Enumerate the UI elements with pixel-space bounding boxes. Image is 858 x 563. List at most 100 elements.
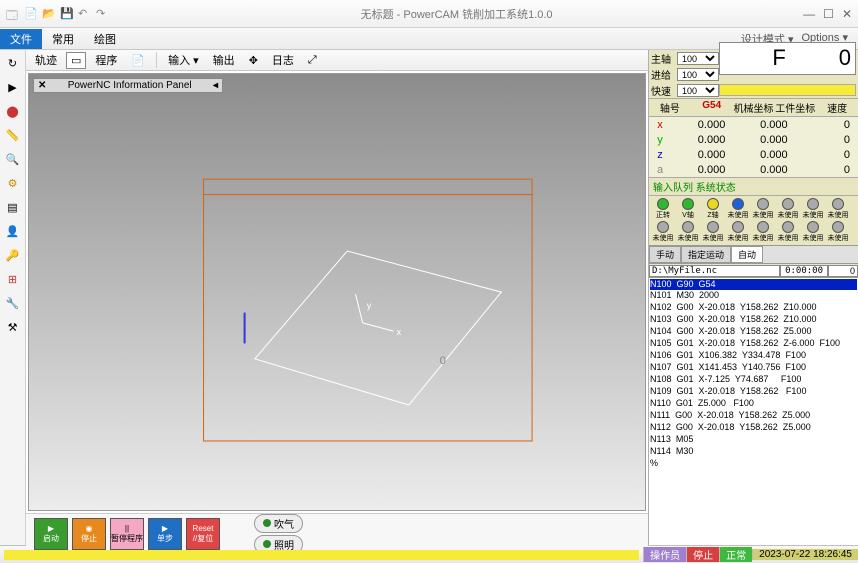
mode-tabs: 手动 指定运动 自动 (649, 245, 858, 263)
io-led: 未使用 (801, 198, 825, 220)
io-led: 未使用 (701, 221, 725, 243)
redo-icon[interactable]: ↷ (96, 7, 110, 21)
io-header: 输入队列 系统状态 (649, 177, 858, 196)
tool-grid-icon[interactable]: ⊞ (4, 270, 22, 288)
top-toolbar: 轨迹 ▭ 程序 📄 输入 ▾ 输出 ✥ 日志 ⤢ (26, 50, 648, 71)
coord-row: y0.0000.0000 (649, 132, 858, 147)
tool-zoom-icon[interactable]: 🔍 (4, 150, 22, 168)
tool-play-icon[interactable]: ▶ (4, 78, 22, 96)
info-panel-close-left[interactable]: ✕ (38, 80, 46, 91)
titlebar: 🗔 📄 📂 💾 ↶ ↷ 无标题 - PowerCAM 铣削加工系统1.0.0 —… (0, 0, 858, 28)
bottom-controls: ▶启动 ◉停止 ||暂停程序 ▶单步 Reset//复位 吹气 照明 (26, 513, 648, 553)
right-panel: 主轴 100 F 0 进给 100 快速 100 轴号 G54 机械坐标 工件坐… (648, 50, 858, 545)
tab-auto[interactable]: 自动 (731, 246, 763, 263)
axis-x-label: x (397, 327, 402, 337)
rapid-select[interactable]: 100 (677, 84, 719, 97)
io-led: 未使用 (801, 221, 825, 243)
tool-settings-icon[interactable]: ⚙ (4, 174, 22, 192)
led-grid: 正转V轴Z轴未使用未使用未使用未使用未使用未使用未使用未使用未使用未使用未使用未… (649, 196, 858, 245)
coord-row: a0.0000.0000 (649, 162, 858, 177)
tool-measure-icon[interactable]: 📏 (4, 126, 22, 144)
menu-common[interactable]: 常用 (42, 29, 84, 49)
tool-key-icon[interactable]: 🔑 (4, 246, 22, 264)
tab-mdi[interactable]: 指定运动 (681, 246, 731, 263)
info-panel-title: PowerNC Information Panel (50, 80, 209, 91)
left-toolbar: ↻ ▶ ⬤ 📏 🔍 ⚙ ▤ 👤 🔑 ⊞ 🔧 ⚒ (0, 50, 26, 545)
feed-select[interactable]: 100 (677, 68, 719, 81)
feed-label: 进给 (651, 67, 677, 82)
line-number: 0 (828, 265, 858, 277)
pause-button[interactable]: ||暂停程序 (110, 518, 144, 550)
file-path: D:\MyFile.nc (649, 265, 780, 277)
axis-origin-label: 0 (440, 355, 446, 367)
titlebar-icons: 🗔 📄 📂 💾 ↶ ↷ (6, 7, 110, 21)
step-button[interactable]: ▶单步 (148, 518, 182, 550)
io-led: V轴 (676, 198, 700, 220)
minimize-button[interactable]: — (803, 7, 815, 21)
open-icon[interactable]: 📂 (42, 7, 56, 21)
tb-input[interactable]: 输入 ▾ (163, 50, 204, 70)
io-led: 正转 (651, 198, 675, 220)
status-progress (4, 550, 639, 560)
tb-box-icon[interactable]: ▭ (66, 52, 86, 69)
io-led: 未使用 (726, 198, 750, 220)
info-panel-close-right[interactable]: ◂ (213, 80, 218, 91)
tool-wrench-icon[interactable]: 🔧 (4, 294, 22, 312)
reset-button[interactable]: Reset//复位 (186, 518, 220, 550)
tb-output[interactable]: 输出 (208, 50, 240, 70)
viewport[interactable]: ✕ PowerNC Information Panel ◂ x y 0 (28, 73, 646, 511)
coord-row: z0.0000.0000 (649, 147, 858, 162)
status-time: 2023-07-22 18:26:45 (752, 549, 858, 560)
tool-user-icon[interactable]: 👤 (4, 222, 22, 240)
coord-table: x0.0000.0000y0.0000.0000z0.0000.0000a0.0… (649, 117, 858, 177)
io-led: 未使用 (826, 198, 850, 220)
status-state: 停止 (686, 547, 719, 562)
tb-expand-icon[interactable]: ⤢ (303, 52, 322, 69)
maximize-button[interactable]: ☐ (823, 7, 834, 21)
io-led: 未使用 (726, 221, 750, 243)
window-buttons: — ☐ ✕ (803, 7, 852, 21)
tb-track[interactable]: 轨迹 (30, 50, 62, 70)
rapid-label: 快速 (651, 83, 677, 98)
tab-manual[interactable]: 手动 (649, 246, 681, 263)
io-led: 未使用 (651, 221, 675, 243)
new-icon[interactable]: 📄 (24, 7, 38, 21)
io-led: 未使用 (776, 221, 800, 243)
tool-config-icon[interactable]: ⚒ (4, 318, 22, 336)
override-bar (719, 84, 856, 96)
file-info: D:\MyFile.nc 0:00:00 0 (649, 263, 858, 277)
app-icon: 🗔 (6, 7, 20, 21)
tool-mic-icon[interactable]: ⬤ (4, 102, 22, 120)
io-led: Z轴 (701, 198, 725, 220)
stop-button[interactable]: ◉停止 (72, 518, 106, 550)
air-button[interactable]: 吹气 (254, 514, 303, 533)
tb-doc-icon[interactable]: 📄 (126, 52, 150, 69)
tool-layers-icon[interactable]: ▤ (4, 198, 22, 216)
coord-header: 轴号 G54 机械坐标 工件坐标 速度 (649, 99, 858, 117)
tb-program[interactable]: 程序 (90, 50, 122, 70)
f-display: F 0 (719, 42, 856, 75)
spindle-select[interactable]: 100 (677, 52, 719, 65)
coord-row: x0.0000.0000 (649, 117, 858, 132)
io-led: 未使用 (751, 221, 775, 243)
tool-refresh-icon[interactable]: ↻ (4, 54, 22, 72)
status-health: 正常 (719, 547, 752, 562)
center-area: 轨迹 ▭ 程序 📄 输入 ▾ 输出 ✥ 日志 ⤢ ✕ PowerNC Infor… (26, 50, 648, 545)
menu-file[interactable]: 文件 (0, 29, 42, 49)
spindle-label: 主轴 (651, 51, 677, 66)
viewport-canvas: x y 0 (29, 74, 645, 510)
undo-icon[interactable]: ↶ (78, 7, 92, 21)
io-led: 未使用 (751, 198, 775, 220)
tb-log[interactable]: 日志 (267, 50, 299, 70)
axis-y-label: y (367, 301, 372, 311)
io-led: 未使用 (826, 221, 850, 243)
start-button[interactable]: ▶启动 (34, 518, 68, 550)
io-led: 未使用 (776, 198, 800, 220)
status-operator: 操作员 (643, 547, 686, 562)
save-icon[interactable]: 💾 (60, 7, 74, 21)
gcode-listing[interactable]: N100 G90 G54N101 M30 2000 N102 G00 X-20.… (649, 277, 858, 545)
info-panel: ✕ PowerNC Information Panel ◂ (33, 78, 223, 93)
tb-move-icon[interactable]: ✥ (244, 52, 263, 69)
menu-draw[interactable]: 绘图 (84, 29, 126, 49)
close-button[interactable]: ✕ (842, 7, 852, 21)
